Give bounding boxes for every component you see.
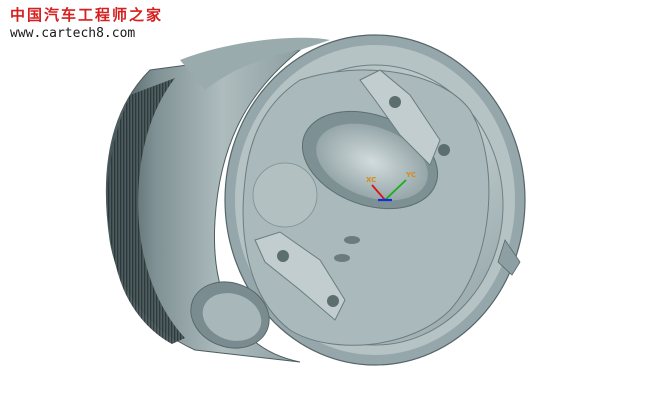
watermark-title: 中国汽车工程师之家 [10, 6, 164, 24]
bolt-hole [389, 96, 401, 108]
watermark: 中国汽车工程师之家 www.cartech8.com [10, 4, 163, 41]
triad-y-label: YC [405, 171, 416, 179]
triad-x-label: XC [366, 176, 376, 184]
inner-cavity[interactable] [242, 69, 490, 346]
bolt-hole [438, 144, 450, 156]
bolt-hole [327, 295, 339, 307]
watermark-url: www.cartech8.com [10, 26, 136, 41]
bolt-hole [277, 250, 289, 262]
cad-viewport[interactable]: XC YC [0, 0, 670, 419]
oil-hole [334, 254, 350, 262]
oil-hole [344, 236, 360, 244]
